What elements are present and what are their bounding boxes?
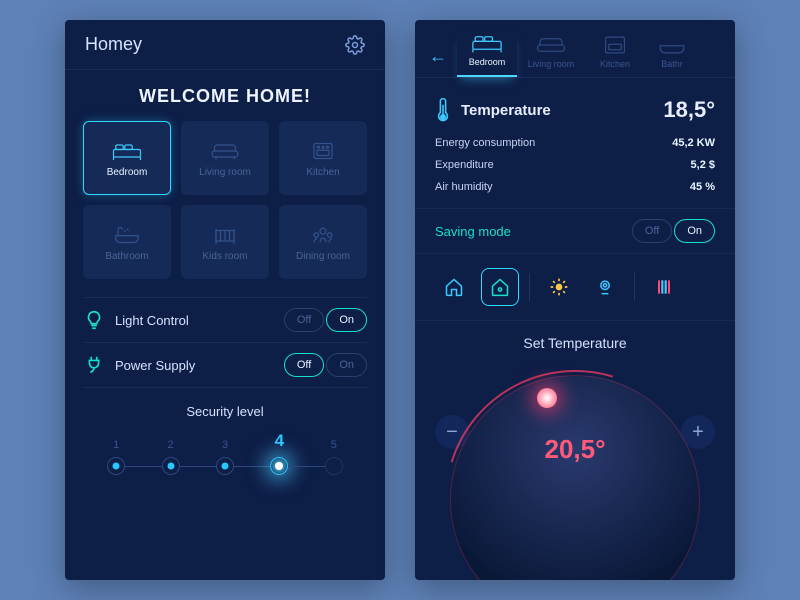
bed-icon bbox=[112, 139, 142, 163]
thermometer-icon bbox=[435, 96, 451, 124]
room-label: Dining room bbox=[296, 251, 350, 262]
temperature-screen: ← Bedroom Living room Kitchen Bathr Temp… bbox=[415, 20, 735, 580]
bath-icon bbox=[656, 34, 688, 56]
security-level-2[interactable]: 2 bbox=[143, 439, 197, 475]
stat-humidity: Air humidity45 % bbox=[435, 176, 715, 198]
room-bedroom[interactable]: Bedroom bbox=[83, 121, 171, 195]
security-level-3[interactable]: 3 bbox=[198, 439, 252, 475]
sofa-icon bbox=[210, 139, 240, 163]
radiator-icon bbox=[654, 277, 674, 297]
sun-icon bbox=[549, 277, 569, 297]
room-label: Bathroom bbox=[105, 251, 148, 262]
room-kids-room[interactable]: Kids room bbox=[181, 205, 269, 279]
set-temperature-title: Set Temperature bbox=[415, 335, 735, 351]
oven-icon bbox=[308, 139, 338, 163]
control-label: Light Control bbox=[115, 313, 284, 328]
mode-sun[interactable] bbox=[540, 268, 578, 306]
bed-icon bbox=[471, 32, 503, 54]
room-bathroom[interactable]: Bathroom bbox=[83, 205, 171, 279]
temperature-value: 18,5° bbox=[663, 97, 715, 123]
mode-home[interactable] bbox=[435, 268, 473, 306]
saving-off-button[interactable]: Off bbox=[632, 219, 672, 243]
saving-on-button[interactable]: On bbox=[674, 219, 715, 243]
rooms-grid: Bedroom Living room Kitchen Bathroom Kid… bbox=[65, 121, 385, 279]
dial-arc[interactable]: 20,5° bbox=[450, 375, 700, 580]
mode-separator bbox=[634, 273, 635, 301]
back-button[interactable]: ← bbox=[423, 46, 453, 77]
saving-mode-row: Saving mode Off On bbox=[415, 208, 735, 254]
room-label: Kitchen bbox=[306, 167, 339, 178]
app-title: Homey bbox=[85, 34, 142, 55]
temperature-header: Temperature 18,5° bbox=[415, 78, 735, 128]
controls-list: Light Control Off On Power Supply Off On bbox=[65, 297, 385, 388]
tab-bedroom[interactable]: Bedroom bbox=[457, 32, 517, 77]
control-label: Power Supply bbox=[115, 358, 284, 373]
welcome-heading: WELCOME HOME! bbox=[65, 86, 385, 107]
settings-icon[interactable] bbox=[345, 35, 365, 55]
camera-icon bbox=[595, 277, 615, 297]
tab-label: Kitchen bbox=[600, 59, 630, 69]
oven-icon bbox=[599, 34, 631, 56]
plug-icon bbox=[83, 354, 105, 376]
temperature-title: Temperature bbox=[461, 102, 663, 119]
power-toggle: Off On bbox=[284, 353, 367, 377]
mode-separator bbox=[529, 273, 530, 301]
room-tabbar: ← Bedroom Living room Kitchen Bathr bbox=[415, 20, 735, 78]
security-level-5[interactable]: 5 bbox=[307, 439, 361, 475]
mode-away[interactable] bbox=[586, 268, 624, 306]
set-temperature-value: 20,5° bbox=[451, 434, 699, 465]
saving-mode-label: Saving mode bbox=[435, 224, 632, 239]
light-toggle: Off On bbox=[284, 308, 367, 332]
mode-heat[interactable] bbox=[645, 268, 683, 306]
home-screen: Homey WELCOME HOME! Bedroom Living room … bbox=[65, 20, 385, 580]
room-kitchen[interactable]: Kitchen bbox=[279, 121, 367, 195]
eco-home-icon bbox=[490, 277, 510, 297]
security-stepper: 1 2 3 4 5 bbox=[65, 431, 385, 475]
tab-bathroom[interactable]: Bathr bbox=[649, 34, 695, 77]
light-on-button[interactable]: On bbox=[326, 308, 367, 332]
crib-icon bbox=[210, 223, 240, 247]
bath-icon bbox=[112, 223, 142, 247]
room-dining-room[interactable]: Dining room bbox=[279, 205, 367, 279]
security-level-4[interactable]: 4 bbox=[252, 431, 306, 475]
app-header: Homey bbox=[65, 20, 385, 70]
light-off-button[interactable]: Off bbox=[284, 308, 324, 332]
room-living-room[interactable]: Living room bbox=[181, 121, 269, 195]
stat-energy: Energy consumption45,2 KW bbox=[435, 132, 715, 154]
light-control-row: Light Control Off On bbox=[83, 297, 367, 342]
bulb-icon bbox=[83, 309, 105, 331]
stats-list: Energy consumption45,2 KW Expenditure5,2… bbox=[415, 128, 735, 208]
power-supply-row: Power Supply Off On bbox=[83, 342, 367, 388]
tab-label: Bedroom bbox=[469, 57, 506, 67]
tab-label: Bathr bbox=[661, 59, 683, 69]
home-icon bbox=[444, 277, 464, 297]
mode-eco[interactable] bbox=[481, 268, 519, 306]
dial-knob[interactable] bbox=[537, 388, 557, 408]
saving-toggle: Off On bbox=[632, 219, 715, 243]
security-title: Security level bbox=[65, 404, 385, 419]
temperature-dial[interactable]: − + 20,5° bbox=[415, 357, 735, 507]
tab-kitchen[interactable]: Kitchen bbox=[585, 34, 645, 77]
tab-label: Living room bbox=[528, 59, 575, 69]
mode-bar bbox=[415, 254, 735, 321]
room-label: Kids room bbox=[202, 251, 247, 262]
room-label: Living room bbox=[199, 167, 251, 178]
stat-expenditure: Expenditure5,2 $ bbox=[435, 154, 715, 176]
power-off-button[interactable]: Off bbox=[284, 353, 324, 377]
room-label: Bedroom bbox=[107, 167, 148, 178]
power-on-button[interactable]: On bbox=[326, 353, 367, 377]
security-level-1[interactable]: 1 bbox=[89, 439, 143, 475]
tab-living-room[interactable]: Living room bbox=[521, 34, 581, 77]
dining-icon bbox=[308, 223, 338, 247]
sofa-icon bbox=[535, 34, 567, 56]
